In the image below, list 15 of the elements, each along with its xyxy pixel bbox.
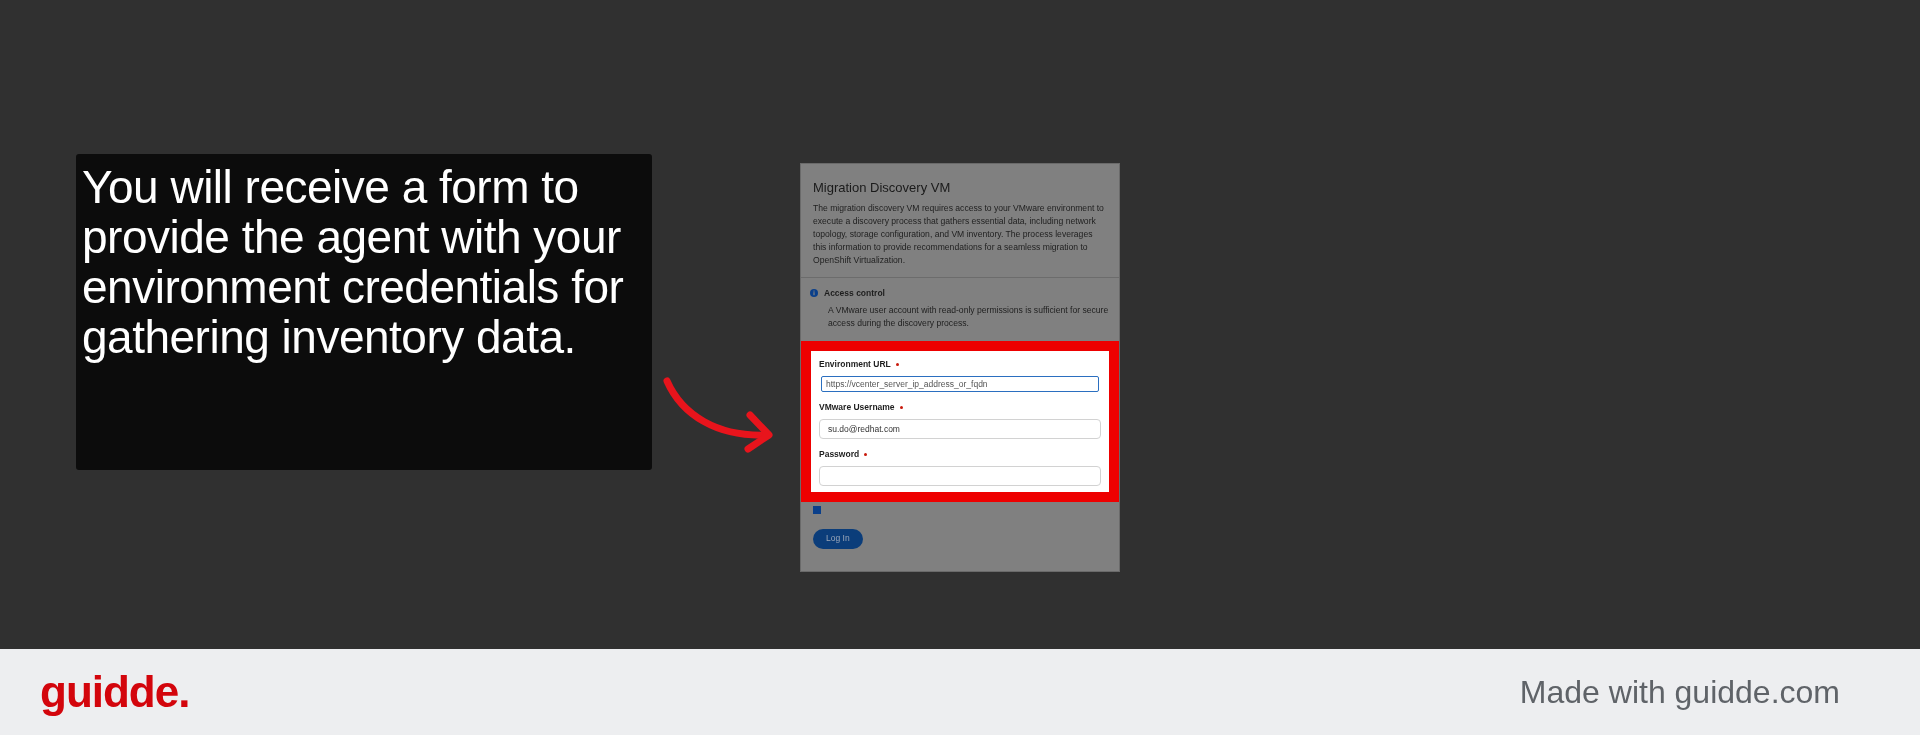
- login-button[interactable]: Log In: [813, 528, 863, 549]
- alert-title: Access control: [824, 286, 885, 300]
- logo-text: guidde.: [40, 666, 190, 718]
- dialog-title: Migration Discovery VM: [813, 179, 952, 197]
- field-label: Password: [819, 447, 860, 461]
- input-field[interactable]: su.do@redhat.com: [819, 418, 1101, 439]
- info-icon: [810, 288, 818, 297]
- input-field[interactable]: https://vcenter_server_ip_address_or_fqdn: [821, 376, 1099, 392]
- field-label: VMware Username: [819, 401, 895, 414]
- alert-text: A VMware user account with read-only permissions is sufficient for secure access during the discovery process.: [827, 304, 1110, 331]
- tagline-text: Made with guidde.com: [1519, 673, 1840, 712]
- field-label: Environment URL: [819, 358, 891, 371]
- dialog-description: The migration discovery VM requires access to your VMware environment to execute a discovery process that gathers essential data, including network topology, storage configuration, and VM inventory. The process leverages this information to provide recommendations for a seamless migration to OpenShift Virtualization.: [813, 201, 1105, 267]
- caption-text: You will receive a form to provide the agent with your environment credentials for gathering inventory data.: [82, 162, 625, 362]
- checkbox[interactable]: [813, 505, 821, 514]
